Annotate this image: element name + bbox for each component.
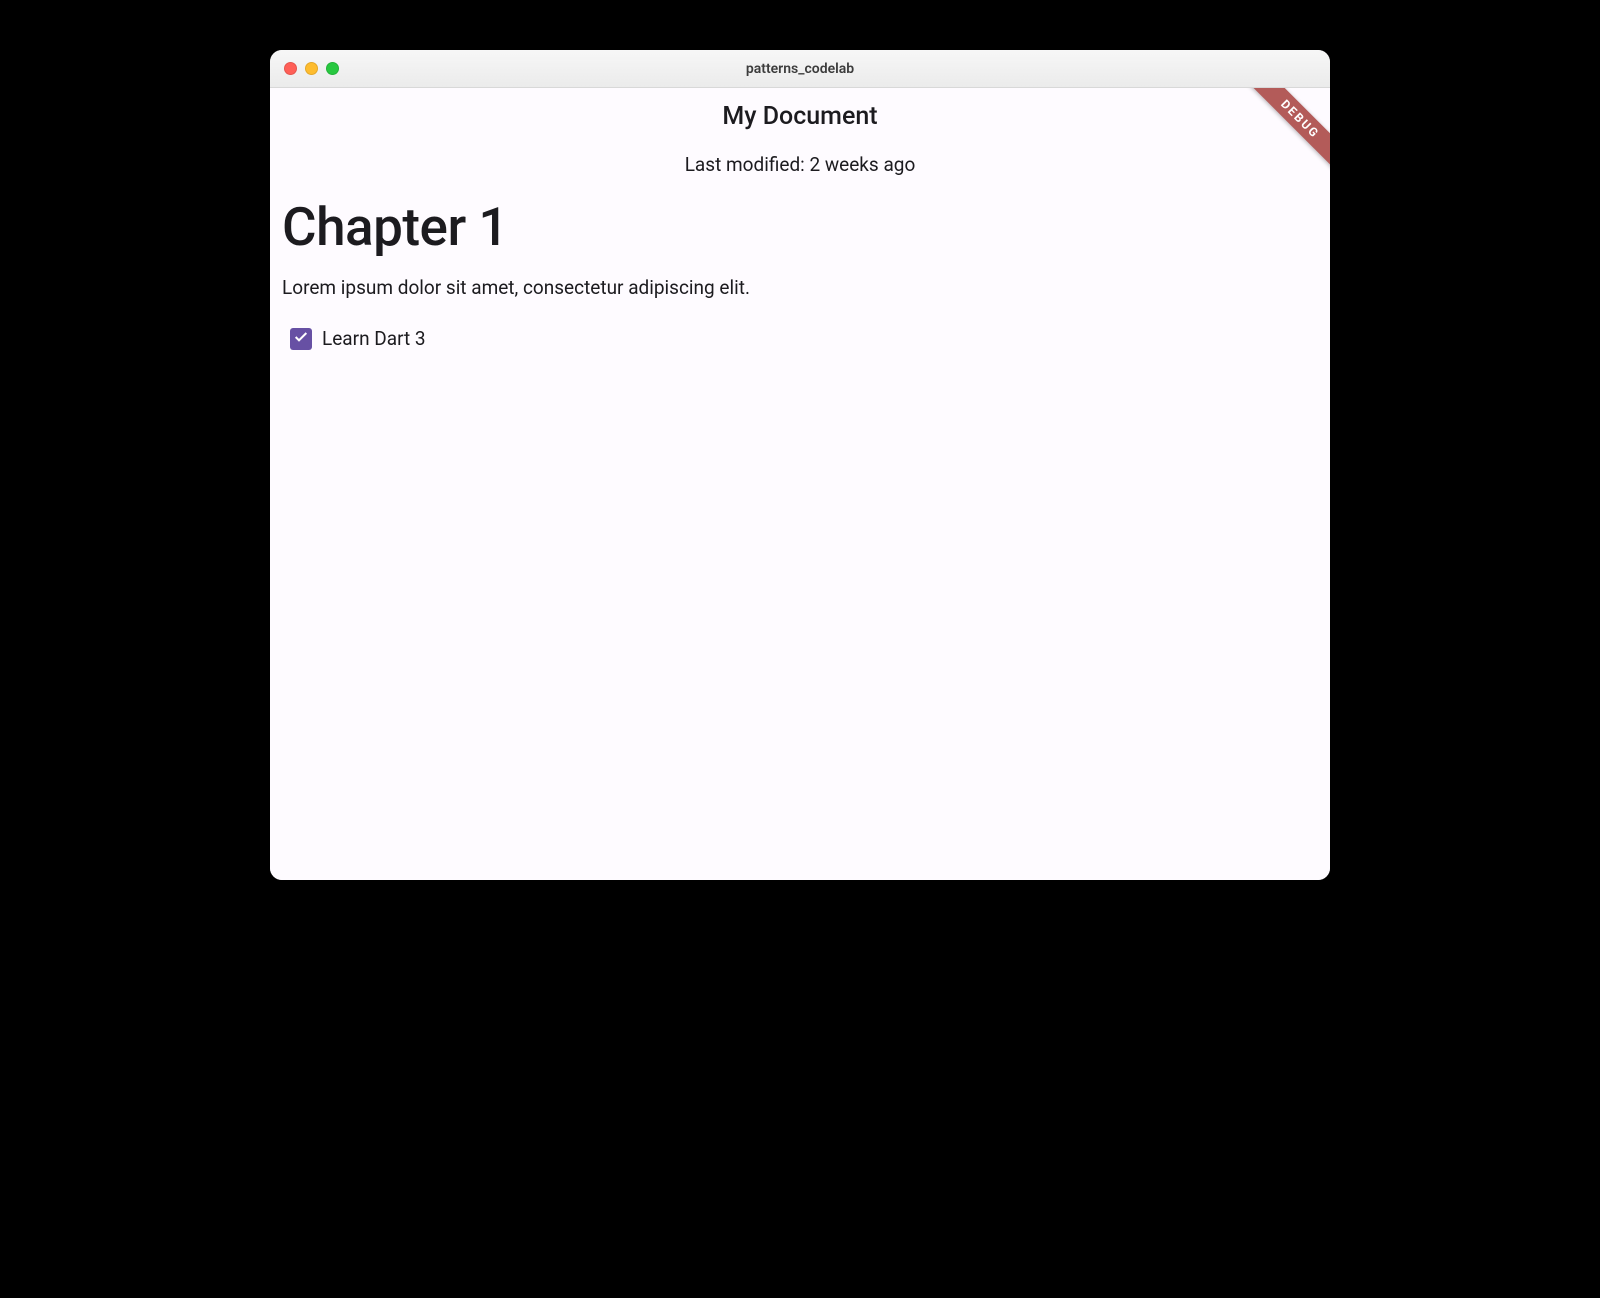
checkbox-label: Learn Dart 3 [322, 327, 426, 350]
traffic-lights [284, 62, 339, 75]
checkbox-learn-dart[interactable] [290, 328, 312, 350]
close-icon[interactable] [284, 62, 297, 75]
appbar: My Document Last modified: 2 weeks ago [270, 88, 1330, 176]
app-surface: DEBUG My Document Last modified: 2 weeks… [270, 88, 1330, 880]
check-icon [293, 329, 309, 349]
chapter-heading: Chapter 1 [282, 196, 1318, 258]
checkbox-list-item[interactable]: Learn Dart 3 [282, 327, 1318, 350]
page-title: My Document [270, 102, 1330, 131]
titlebar: patterns_codelab [270, 50, 1330, 88]
document-body: Chapter 1 Lorem ipsum dolor sit amet, co… [270, 196, 1330, 350]
window-title: patterns_codelab [270, 61, 1330, 77]
body-paragraph: Lorem ipsum dolor sit amet, consectetur … [282, 276, 1318, 299]
app-window: patterns_codelab DEBUG My Document Last … [270, 50, 1330, 880]
minimize-icon[interactable] [305, 62, 318, 75]
last-modified-text: Last modified: 2 weeks ago [270, 153, 1330, 176]
fullscreen-icon[interactable] [326, 62, 339, 75]
